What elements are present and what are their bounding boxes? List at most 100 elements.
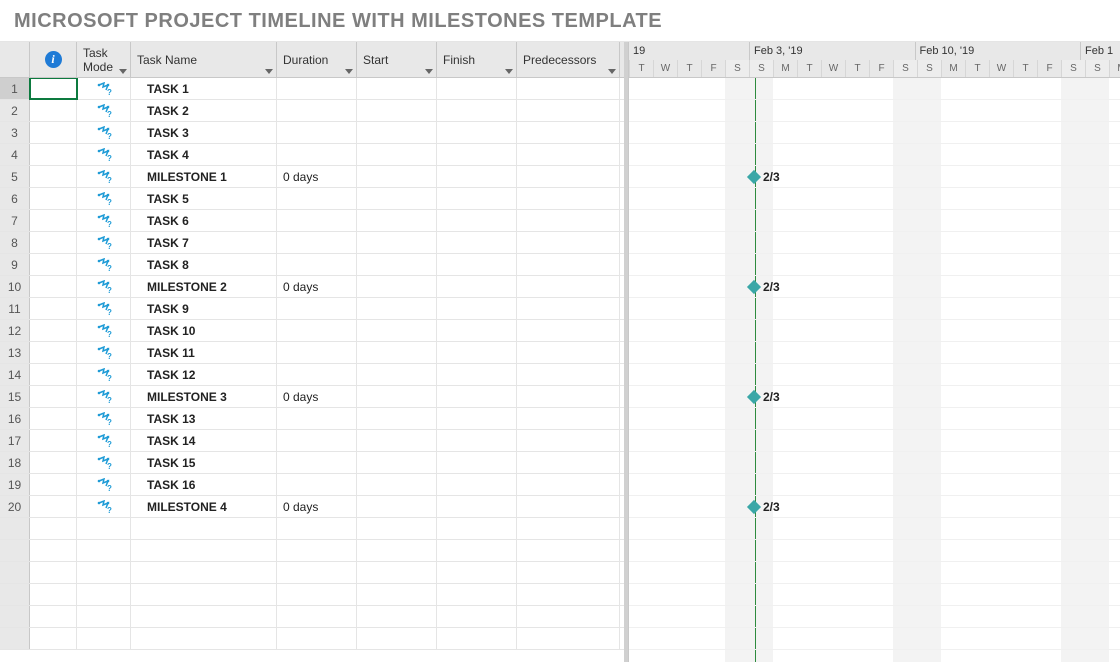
- task-name-cell[interactable]: [131, 584, 277, 605]
- milestone-marker[interactable]: 2/3: [749, 500, 780, 514]
- predecessors-cell[interactable]: [517, 254, 620, 275]
- duration-cell[interactable]: [277, 364, 357, 385]
- gantt-chart[interactable]: 19Feb 3, '19Feb 10, '19Feb 1 TWTFSSMTWTF…: [628, 42, 1120, 662]
- table-row[interactable]: 4?TASK 4: [0, 144, 624, 166]
- task-name-cell[interactable]: TASK 9: [131, 298, 277, 319]
- row-number-cell[interactable]: 2: [0, 100, 30, 121]
- predecessors-cell[interactable]: [517, 188, 620, 209]
- duration-cell[interactable]: [277, 298, 357, 319]
- finish-cell[interactable]: [437, 298, 517, 319]
- table-row[interactable]: 6?TASK 5: [0, 188, 624, 210]
- gantt-row[interactable]: 2/3: [629, 386, 1120, 408]
- finish-cell[interactable]: [437, 342, 517, 363]
- info-cell[interactable]: [30, 474, 77, 495]
- task-mode-cell[interactable]: ?: [77, 452, 131, 473]
- start-cell[interactable]: [357, 276, 437, 297]
- table-row[interactable]: 15?MILESTONE 30 days: [0, 386, 624, 408]
- task-mode-cell[interactable]: ?: [77, 166, 131, 187]
- info-cell[interactable]: [30, 100, 77, 121]
- gantt-row[interactable]: [629, 408, 1120, 430]
- gantt-row[interactable]: [629, 606, 1120, 628]
- finish-cell[interactable]: [437, 540, 517, 561]
- table-row[interactable]: [0, 562, 624, 584]
- info-cell[interactable]: [30, 452, 77, 473]
- finish-header[interactable]: Finish: [437, 42, 517, 77]
- task-name-cell[interactable]: TASK 3: [131, 122, 277, 143]
- duration-cell[interactable]: [277, 100, 357, 121]
- finish-cell[interactable]: [437, 144, 517, 165]
- finish-cell[interactable]: [437, 408, 517, 429]
- finish-cell[interactable]: [437, 496, 517, 517]
- task-name-cell[interactable]: TASK 6: [131, 210, 277, 231]
- task-name-cell[interactable]: [131, 540, 277, 561]
- table-row[interactable]: 3?TASK 3: [0, 122, 624, 144]
- info-cell[interactable]: [30, 496, 77, 517]
- predecessors-cell[interactable]: [517, 408, 620, 429]
- start-header[interactable]: Start: [357, 42, 437, 77]
- info-cell[interactable]: [30, 188, 77, 209]
- row-number-cell[interactable]: 9: [0, 254, 30, 275]
- task-name-cell[interactable]: MILESTONE 1: [131, 166, 277, 187]
- start-cell[interactable]: [357, 100, 437, 121]
- row-number-cell[interactable]: 7: [0, 210, 30, 231]
- task-name-cell[interactable]: MILESTONE 4: [131, 496, 277, 517]
- start-cell[interactable]: [357, 320, 437, 341]
- task-name-cell[interactable]: TASK 15: [131, 452, 277, 473]
- row-number-cell[interactable]: 15: [0, 386, 30, 407]
- finish-cell[interactable]: [437, 386, 517, 407]
- predecessors-cell[interactable]: [517, 474, 620, 495]
- milestone-marker[interactable]: 2/3: [749, 170, 780, 184]
- table-row[interactable]: 9?TASK 8: [0, 254, 624, 276]
- predecessors-cell[interactable]: [517, 210, 620, 231]
- table-row[interactable]: 16?TASK 13: [0, 408, 624, 430]
- task-mode-cell[interactable]: ?: [77, 298, 131, 319]
- info-cell[interactable]: [30, 210, 77, 231]
- row-number-cell[interactable]: 17: [0, 430, 30, 451]
- gantt-row[interactable]: [629, 122, 1120, 144]
- duration-cell[interactable]: [277, 144, 357, 165]
- info-cell[interactable]: [30, 122, 77, 143]
- task-name-cell[interactable]: TASK 13: [131, 408, 277, 429]
- duration-cell[interactable]: [277, 430, 357, 451]
- info-cell[interactable]: [30, 144, 77, 165]
- start-cell[interactable]: [357, 210, 437, 231]
- finish-cell[interactable]: [437, 364, 517, 385]
- start-cell[interactable]: [357, 298, 437, 319]
- table-row[interactable]: [0, 518, 624, 540]
- finish-cell[interactable]: [437, 584, 517, 605]
- gantt-row[interactable]: [629, 474, 1120, 496]
- finish-cell[interactable]: [437, 320, 517, 341]
- gantt-row[interactable]: [629, 232, 1120, 254]
- duration-header[interactable]: Duration: [277, 42, 357, 77]
- start-cell[interactable]: [357, 78, 437, 99]
- predecessors-cell[interactable]: [517, 276, 620, 297]
- duration-cell[interactable]: [277, 210, 357, 231]
- row-number-cell[interactable]: 10: [0, 276, 30, 297]
- duration-cell[interactable]: [277, 320, 357, 341]
- milestone-marker[interactable]: 2/3: [749, 280, 780, 294]
- task-name-cell[interactable]: TASK 5: [131, 188, 277, 209]
- task-name-cell[interactable]: TASK 14: [131, 430, 277, 451]
- info-cell[interactable]: [30, 408, 77, 429]
- start-cell[interactable]: [357, 188, 437, 209]
- finish-cell[interactable]: [437, 122, 517, 143]
- finish-cell[interactable]: [437, 232, 517, 253]
- info-cell[interactable]: [30, 166, 77, 187]
- task-mode-cell[interactable]: ?: [77, 364, 131, 385]
- task-mode-cell[interactable]: ?: [77, 408, 131, 429]
- task-mode-cell[interactable]: [77, 628, 131, 649]
- row-number-cell[interactable]: [0, 606, 30, 627]
- row-number-cell[interactable]: 13: [0, 342, 30, 363]
- info-cell[interactable]: [30, 342, 77, 363]
- task-mode-cell[interactable]: ?: [77, 320, 131, 341]
- gantt-row[interactable]: [629, 430, 1120, 452]
- duration-cell[interactable]: [277, 606, 357, 627]
- predecessors-header[interactable]: Predecessors: [517, 42, 620, 77]
- task-mode-cell[interactable]: ?: [77, 144, 131, 165]
- table-row[interactable]: 7?TASK 6: [0, 210, 624, 232]
- start-cell[interactable]: [357, 408, 437, 429]
- finish-cell[interactable]: [437, 606, 517, 627]
- row-number-cell[interactable]: 4: [0, 144, 30, 165]
- finish-cell[interactable]: [437, 518, 517, 539]
- table-row[interactable]: [0, 584, 624, 606]
